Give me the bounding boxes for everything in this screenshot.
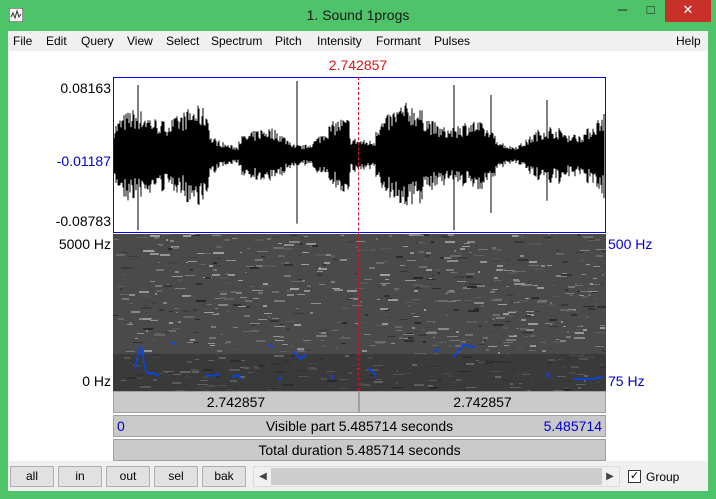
menu-file[interactable]: File: [13, 34, 32, 48]
bottom-controls: all in out sel bak ◀ ▶ ✓ Group: [8, 461, 708, 491]
spectrogram-min-label: 0 Hz: [82, 373, 111, 389]
menu-pitch[interactable]: Pitch: [275, 34, 302, 48]
praat-sound-window: 1. Sound 1progs ─ □ ✕ File Edit Query Vi…: [0, 0, 716, 499]
segment-left-bar[interactable]: 2.742857: [113, 391, 359, 413]
pitch-contour-segment: [432, 349, 440, 352]
title-bar[interactable]: 1. Sound 1progs ─ □ ✕: [0, 0, 716, 31]
editor-client: 2.742857 0.08163 -0.01187 -0.08783 5000 …: [8, 51, 708, 491]
zoom-in-button[interactable]: in: [58, 466, 102, 487]
group-checkbox[interactable]: ✓: [628, 470, 641, 483]
menu-intensity[interactable]: Intensity: [317, 34, 362, 48]
pitch-min-label: 75 Hz: [608, 373, 645, 389]
menu-spectrum[interactable]: Spectrum: [211, 34, 262, 48]
waveform-mid-label: -0.01187: [56, 153, 111, 169]
zoom-back-button[interactable]: bak: [202, 466, 246, 487]
menu-bar: File Edit Query View Select Spectrum Pit…: [8, 31, 708, 51]
menu-select[interactable]: Select: [166, 34, 199, 48]
close-button[interactable]: ✕: [665, 0, 711, 22]
group-label: Group: [646, 470, 680, 484]
visible-end-label: 5.485714: [543, 418, 602, 434]
scroll-thumb[interactable]: [271, 468, 602, 485]
spectrogram-max-label: 5000 Hz: [58, 236, 111, 252]
minimize-button[interactable]: ─: [609, 0, 636, 22]
scroll-left-arrow-icon[interactable]: ◀: [255, 468, 271, 485]
menu-pulses[interactable]: Pulses: [434, 34, 470, 48]
spectrogram-plot: [113, 234, 606, 391]
visible-part-bar[interactable]: 0 Visible part 5.485714 seconds 5.485714: [113, 415, 606, 437]
menu-view[interactable]: View: [127, 34, 153, 48]
scroll-right-arrow-icon[interactable]: ▶: [602, 468, 618, 485]
editor-canvas[interactable]: 2.742857 0.08163 -0.01187 -0.08783 5000 …: [8, 51, 708, 461]
waveform-min-label: -0.08783: [55, 213, 111, 229]
menu-query[interactable]: Query: [81, 34, 114, 48]
zoom-all-button[interactable]: all: [10, 466, 54, 487]
cursor-line: [358, 77, 359, 391]
waveform-plot: [114, 81, 605, 230]
waveform-panel[interactable]: [113, 77, 606, 233]
time-scrollbar[interactable]: ◀ ▶: [253, 466, 620, 487]
zoom-out-button[interactable]: out: [106, 466, 150, 487]
spectrogram-panel[interactable]: [113, 234, 606, 391]
pitch-max-label: 500 Hz: [608, 236, 653, 252]
menu-help[interactable]: Help: [676, 34, 701, 48]
menu-formant[interactable]: Formant: [376, 34, 421, 48]
visible-start-label: 0: [117, 418, 125, 434]
zoom-sel-button[interactable]: sel: [154, 466, 198, 487]
maximize-button[interactable]: □: [637, 0, 664, 22]
visible-part-label: Visible part 5.485714 seconds: [265, 418, 454, 434]
menu-edit[interactable]: Edit: [46, 34, 67, 48]
total-duration-bar[interactable]: Total duration 5.485714 seconds: [113, 439, 606, 461]
segment-right-bar[interactable]: 2.742857: [359, 391, 606, 413]
cursor-time-label: 2.742857: [328, 57, 388, 73]
waveform-max-label: 0.08163: [60, 80, 111, 96]
